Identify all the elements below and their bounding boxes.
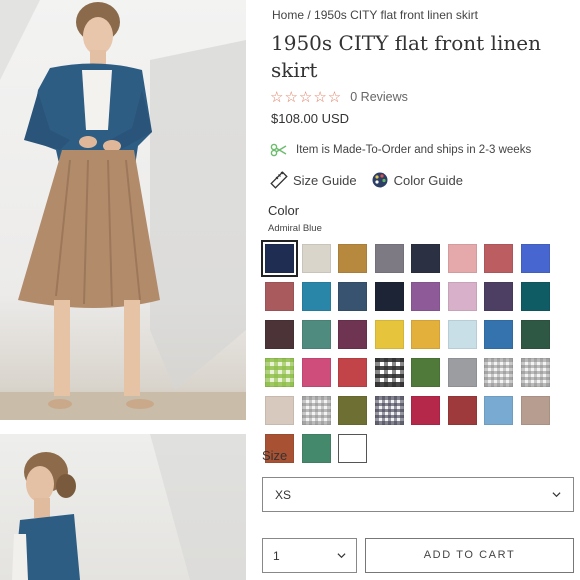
- color-label: Color: [268, 203, 300, 218]
- color-swatch[interactable]: [301, 282, 331, 311]
- color-swatch[interactable]: [301, 396, 331, 425]
- size-guide-link[interactable]: Size Guide: [270, 171, 357, 189]
- reviews-count[interactable]: 0 Reviews: [350, 90, 408, 104]
- quantity-selected-value: 1: [273, 548, 280, 563]
- product-details: Home / 1950s CITY flat front linen skirt…: [261, 0, 580, 580]
- color-swatch[interactable]: [265, 396, 294, 425]
- color-swatch[interactable]: [265, 358, 294, 387]
- breadcrumb-current: 1950s CITY flat front linen skirt: [314, 8, 478, 22]
- color-swatch[interactable]: [374, 358, 404, 387]
- quantity-select[interactable]: 1: [262, 538, 357, 573]
- color-swatch[interactable]: [484, 244, 513, 273]
- product-photo-main[interactable]: [0, 0, 246, 420]
- color-swatch[interactable]: [338, 244, 367, 273]
- color-swatch[interactable]: [374, 396, 404, 425]
- color-swatch[interactable]: [484, 358, 513, 387]
- color-swatch[interactable]: [520, 320, 550, 349]
- size-guide-label: Size Guide: [293, 172, 357, 188]
- breadcrumb-home[interactable]: Home: [272, 8, 304, 22]
- color-swatch-grid: [261, 240, 557, 463]
- color-swatch[interactable]: [411, 358, 440, 387]
- color-swatch[interactable]: [520, 358, 550, 387]
- color-swatch[interactable]: [338, 358, 367, 387]
- made-to-order-text: Item is Made-To-Order and ships in 2-3 w…: [296, 144, 532, 156]
- breadcrumb-separator: /: [307, 8, 311, 22]
- product-gallery: [0, 0, 246, 580]
- chevron-down-icon: [337, 553, 346, 559]
- made-to-order-note: Item is Made-To-Order and ships in 2-3 w…: [270, 143, 531, 157]
- color-swatch[interactable]: [338, 396, 367, 425]
- product-rating[interactable]: ☆☆☆☆☆ 0 Reviews: [270, 88, 408, 106]
- color-swatch[interactable]: [447, 396, 477, 425]
- breadcrumb: Home / 1950s CITY flat front linen skirt: [272, 8, 478, 22]
- product-title: 1950s CITY flat front linen skirt: [271, 31, 541, 82]
- product-price: $108.00 USD: [271, 111, 350, 126]
- selected-color-name: Admiral Blue: [268, 223, 322, 234]
- color-swatch[interactable]: [374, 282, 404, 311]
- color-swatch[interactable]: [301, 434, 331, 463]
- color-swatch[interactable]: [301, 358, 331, 387]
- color-swatch[interactable]: [484, 320, 513, 349]
- color-swatch[interactable]: [484, 396, 513, 425]
- color-swatch[interactable]: [447, 244, 477, 273]
- color-swatch[interactable]: [520, 282, 550, 311]
- color-guide-link[interactable]: Color Guide: [371, 171, 463, 189]
- ruler-icon: [270, 171, 288, 189]
- model-illustration: [0, 0, 246, 420]
- color-swatch[interactable]: [447, 358, 477, 387]
- color-swatch[interactable]: [411, 396, 440, 425]
- color-swatch[interactable]: [374, 244, 404, 273]
- guide-links: Size Guide Color Guide: [270, 171, 477, 189]
- size-label: Size: [262, 448, 288, 463]
- color-swatch[interactable]: [265, 320, 294, 349]
- color-swatch[interactable]: [301, 244, 331, 273]
- product-photo-secondary[interactable]: [0, 434, 246, 580]
- chevron-down-icon: [552, 492, 561, 498]
- palette-icon: [372, 172, 388, 188]
- model-side-illustration: [12, 434, 246, 580]
- color-swatch[interactable]: [338, 282, 367, 311]
- add-to-cart-button[interactable]: ADD TO CART: [365, 538, 574, 573]
- color-swatch[interactable]: [447, 282, 477, 311]
- size-selected-value: XS: [275, 487, 292, 502]
- color-swatch[interactable]: [520, 396, 550, 425]
- size-select[interactable]: XS: [262, 477, 574, 512]
- color-swatch[interactable]: [411, 244, 440, 273]
- color-swatch[interactable]: [301, 320, 331, 349]
- star-outline-icon: ☆☆☆☆☆: [270, 89, 343, 106]
- color-swatch[interactable]: [447, 320, 477, 349]
- color-swatch[interactable]: [520, 244, 550, 273]
- color-swatch[interactable]: [411, 320, 440, 349]
- color-swatch[interactable]: [411, 282, 440, 311]
- color-swatch[interactable]: [261, 240, 298, 277]
- leaf-scissors-icon: [270, 143, 287, 157]
- color-swatch[interactable]: [338, 320, 367, 349]
- color-swatch[interactable]: [265, 282, 294, 311]
- color-swatch[interactable]: [484, 282, 513, 311]
- color-swatch[interactable]: [374, 320, 404, 349]
- color-swatch[interactable]: [338, 434, 367, 463]
- color-guide-label: Color Guide: [393, 172, 463, 188]
